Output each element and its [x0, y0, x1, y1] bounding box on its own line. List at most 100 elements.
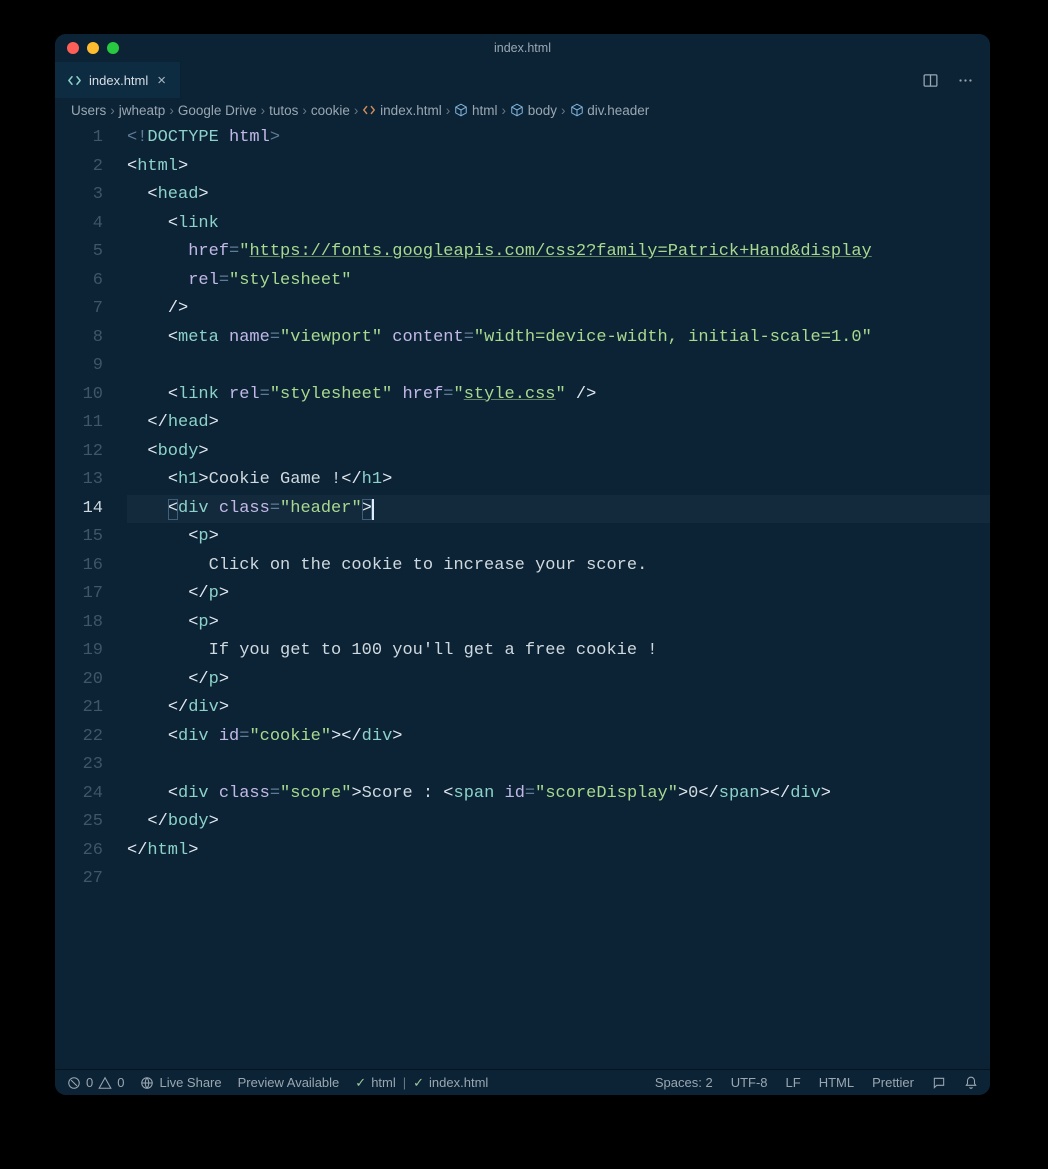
- breadcrumb-item[interactable]: index.html: [362, 103, 441, 118]
- code-line[interactable]: <link rel="stylesheet" href="style.css" …: [127, 381, 990, 410]
- line-number: 7: [55, 295, 103, 324]
- code-line[interactable]: <body>: [127, 438, 990, 467]
- code-line[interactable]: href="https://fonts.googleapis.com/css2?…: [127, 238, 990, 267]
- line-number: 6: [55, 267, 103, 296]
- code-line[interactable]: <html>: [127, 153, 990, 182]
- line-number: 25: [55, 808, 103, 837]
- live-share-button[interactable]: Live Share: [140, 1075, 221, 1090]
- line-number: 12: [55, 438, 103, 467]
- formatter-button[interactable]: Prettier: [872, 1075, 914, 1090]
- code-line[interactable]: </p>: [127, 580, 990, 609]
- line-number: 23: [55, 751, 103, 780]
- code-line[interactable]: Click on the cookie to increase your sco…: [127, 552, 990, 581]
- tab-bar: index.html ×: [55, 62, 990, 98]
- editor-window: index.html index.html × Users›jwheatp›Go…: [55, 34, 990, 1095]
- feedback-icon[interactable]: [932, 1076, 946, 1090]
- breadcrumb-separator: ›: [446, 103, 451, 118]
- breadcrumb-separator: ›: [110, 103, 115, 118]
- line-number: 8: [55, 324, 103, 353]
- code-line[interactable]: </p>: [127, 666, 990, 695]
- encoding-button[interactable]: UTF-8: [731, 1075, 768, 1090]
- line-number: 9: [55, 352, 103, 381]
- html-file-icon: [67, 73, 82, 88]
- breadcrumb-separator: ›: [261, 103, 266, 118]
- text-cursor: [372, 499, 374, 520]
- code-line[interactable]: [127, 751, 990, 780]
- line-number: 19: [55, 637, 103, 666]
- code-line[interactable]: <div id="cookie"></div>: [127, 723, 990, 752]
- breadcrumb-item[interactable]: body: [510, 103, 557, 118]
- code-line[interactable]: <head>: [127, 181, 990, 210]
- breadcrumb-item[interactable]: jwheatp: [119, 103, 166, 118]
- breadcrumb-separator: ›: [169, 103, 174, 118]
- code-line[interactable]: </head>: [127, 409, 990, 438]
- breadcrumb-separator: ›: [561, 103, 566, 118]
- code-line[interactable]: </html>: [127, 837, 990, 866]
- breadcrumb-separator: ›: [302, 103, 307, 118]
- code-content[interactable]: <!DOCTYPE html><html> <head> <link href=…: [127, 124, 990, 1069]
- code-line[interactable]: </body>: [127, 808, 990, 837]
- status-bar: 0 0 Live Share Preview Available ✓html |…: [55, 1069, 990, 1095]
- code-line[interactable]: <p>: [127, 609, 990, 638]
- line-number: 13: [55, 466, 103, 495]
- matching-bracket: [168, 499, 178, 520]
- breadcrumb-item[interactable]: div.header: [570, 103, 650, 118]
- line-number: 20: [55, 666, 103, 695]
- breadcrumb-item[interactable]: Google Drive: [178, 103, 257, 118]
- titlebar: index.html: [55, 34, 990, 62]
- line-number: 22: [55, 723, 103, 752]
- line-number: 5: [55, 238, 103, 267]
- line-number: 27: [55, 865, 103, 894]
- tab-actions: [922, 62, 990, 98]
- line-number: 10: [55, 381, 103, 410]
- notifications-icon[interactable]: [964, 1076, 978, 1090]
- problems-button[interactable]: 0 0: [67, 1075, 124, 1090]
- code-editor[interactable]: 1234567891011121314151617181920212223242…: [55, 124, 990, 1069]
- code-line[interactable]: [127, 865, 990, 894]
- line-number: 17: [55, 580, 103, 609]
- breadcrumb-item[interactable]: tutos: [269, 103, 298, 118]
- code-line[interactable]: rel="stylesheet": [127, 267, 990, 296]
- code-line[interactable]: If you get to 100 you'll get a free cook…: [127, 637, 990, 666]
- code-line[interactable]: <link: [127, 210, 990, 239]
- line-number: 16: [55, 552, 103, 581]
- line-number-gutter: 1234567891011121314151617181920212223242…: [55, 124, 127, 1069]
- breadcrumb-item[interactable]: html: [454, 103, 497, 118]
- code-line[interactable]: />: [127, 295, 990, 324]
- indent-button[interactable]: Spaces: 2: [655, 1075, 713, 1090]
- code-line[interactable]: <h1>Cookie Game !</h1>: [127, 466, 990, 495]
- line-number: 21: [55, 694, 103, 723]
- matching-bracket: [362, 499, 372, 520]
- eol-button[interactable]: LF: [786, 1075, 801, 1090]
- breadcrumb-separator: ›: [354, 103, 359, 118]
- split-editor-icon[interactable]: [922, 72, 939, 89]
- tab-close-button[interactable]: ×: [155, 73, 168, 88]
- code-line[interactable]: </div>: [127, 694, 990, 723]
- status-lang-left[interactable]: ✓html | ✓index.html: [355, 1075, 488, 1091]
- code-line[interactable]: <!DOCTYPE html>: [127, 124, 990, 153]
- tab-label: index.html: [89, 73, 148, 88]
- window-title: index.html: [55, 41, 990, 55]
- more-actions-icon[interactable]: [957, 72, 974, 89]
- code-line[interactable]: <div class="header">: [127, 495, 990, 524]
- preview-available[interactable]: Preview Available: [238, 1075, 340, 1090]
- code-line[interactable]: <meta name="viewport" content="width=dev…: [127, 324, 990, 353]
- line-number: 2: [55, 153, 103, 182]
- line-number: 11: [55, 409, 103, 438]
- language-mode[interactable]: HTML: [819, 1075, 854, 1090]
- line-number: 26: [55, 837, 103, 866]
- line-number: 18: [55, 609, 103, 638]
- breadcrumb-separator: ›: [501, 103, 506, 118]
- breadcrumb-item[interactable]: cookie: [311, 103, 350, 118]
- breadcrumb-item[interactable]: Users: [71, 103, 106, 118]
- line-number: 1: [55, 124, 103, 153]
- code-line[interactable]: [127, 352, 990, 381]
- code-line[interactable]: <p>: [127, 523, 990, 552]
- line-number: 14: [55, 495, 103, 524]
- line-number: 15: [55, 523, 103, 552]
- breadcrumb: Users›jwheatp›Google Drive›tutos›cookie›…: [55, 98, 990, 124]
- code-line[interactable]: <div class="score">Score : <span id="sco…: [127, 780, 990, 809]
- tab-index-html[interactable]: index.html ×: [55, 62, 181, 98]
- line-number: 24: [55, 780, 103, 809]
- line-number: 4: [55, 210, 103, 239]
